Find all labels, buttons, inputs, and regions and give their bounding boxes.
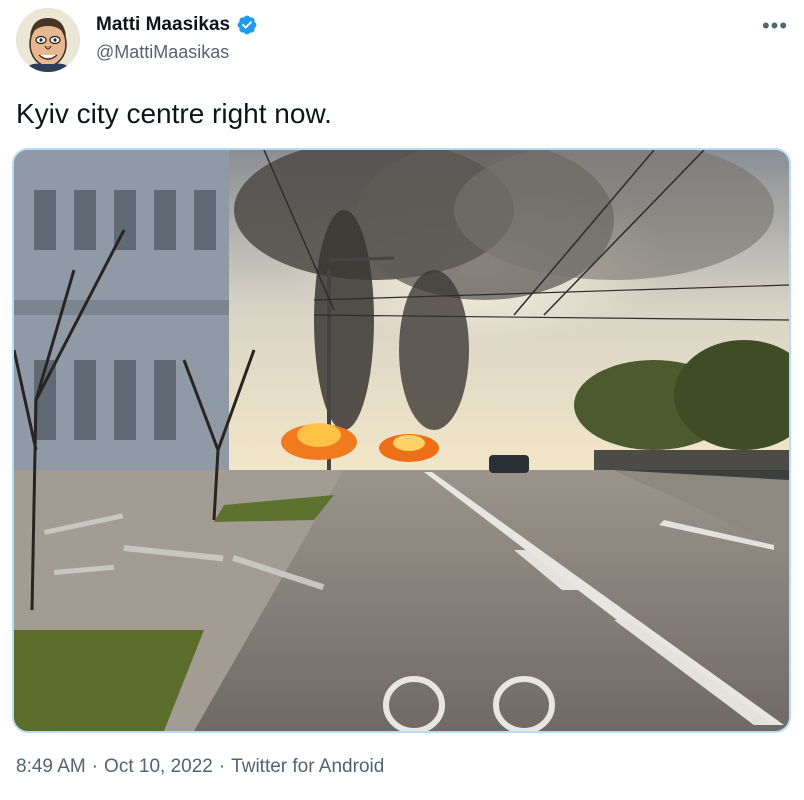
meta-separator: ·	[218, 756, 226, 777]
tweet-text: Kyiv city centre right now.	[16, 98, 332, 129]
meta-separator: ·	[91, 756, 99, 777]
tweet-source-link[interactable]: Twitter for Android	[231, 756, 384, 778]
verified-badge-icon	[237, 15, 257, 35]
tweet-date-link[interactable]: Oct 10, 2022	[104, 756, 213, 778]
author-display-name[interactable]: Matti Maasikas	[96, 14, 230, 36]
tweet-meta: 8:49 AM · Oct 10, 2022 · Twitter for And…	[16, 756, 384, 778]
author-name-row[interactable]: Matti Maasikas	[96, 14, 258, 36]
tweet-time-link[interactable]: 8:49 AM	[16, 756, 86, 778]
author-handle[interactable]: @MattiMaasikas	[96, 42, 229, 63]
avatar[interactable]	[16, 8, 80, 72]
photo-street-explosion-icon	[14, 150, 789, 731]
more-options-button[interactable]: •••	[758, 12, 792, 40]
caricature-avatar-icon	[16, 8, 80, 72]
more-dots-icon: •••	[761, 13, 789, 38]
tweet-media[interactable]	[12, 148, 791, 733]
